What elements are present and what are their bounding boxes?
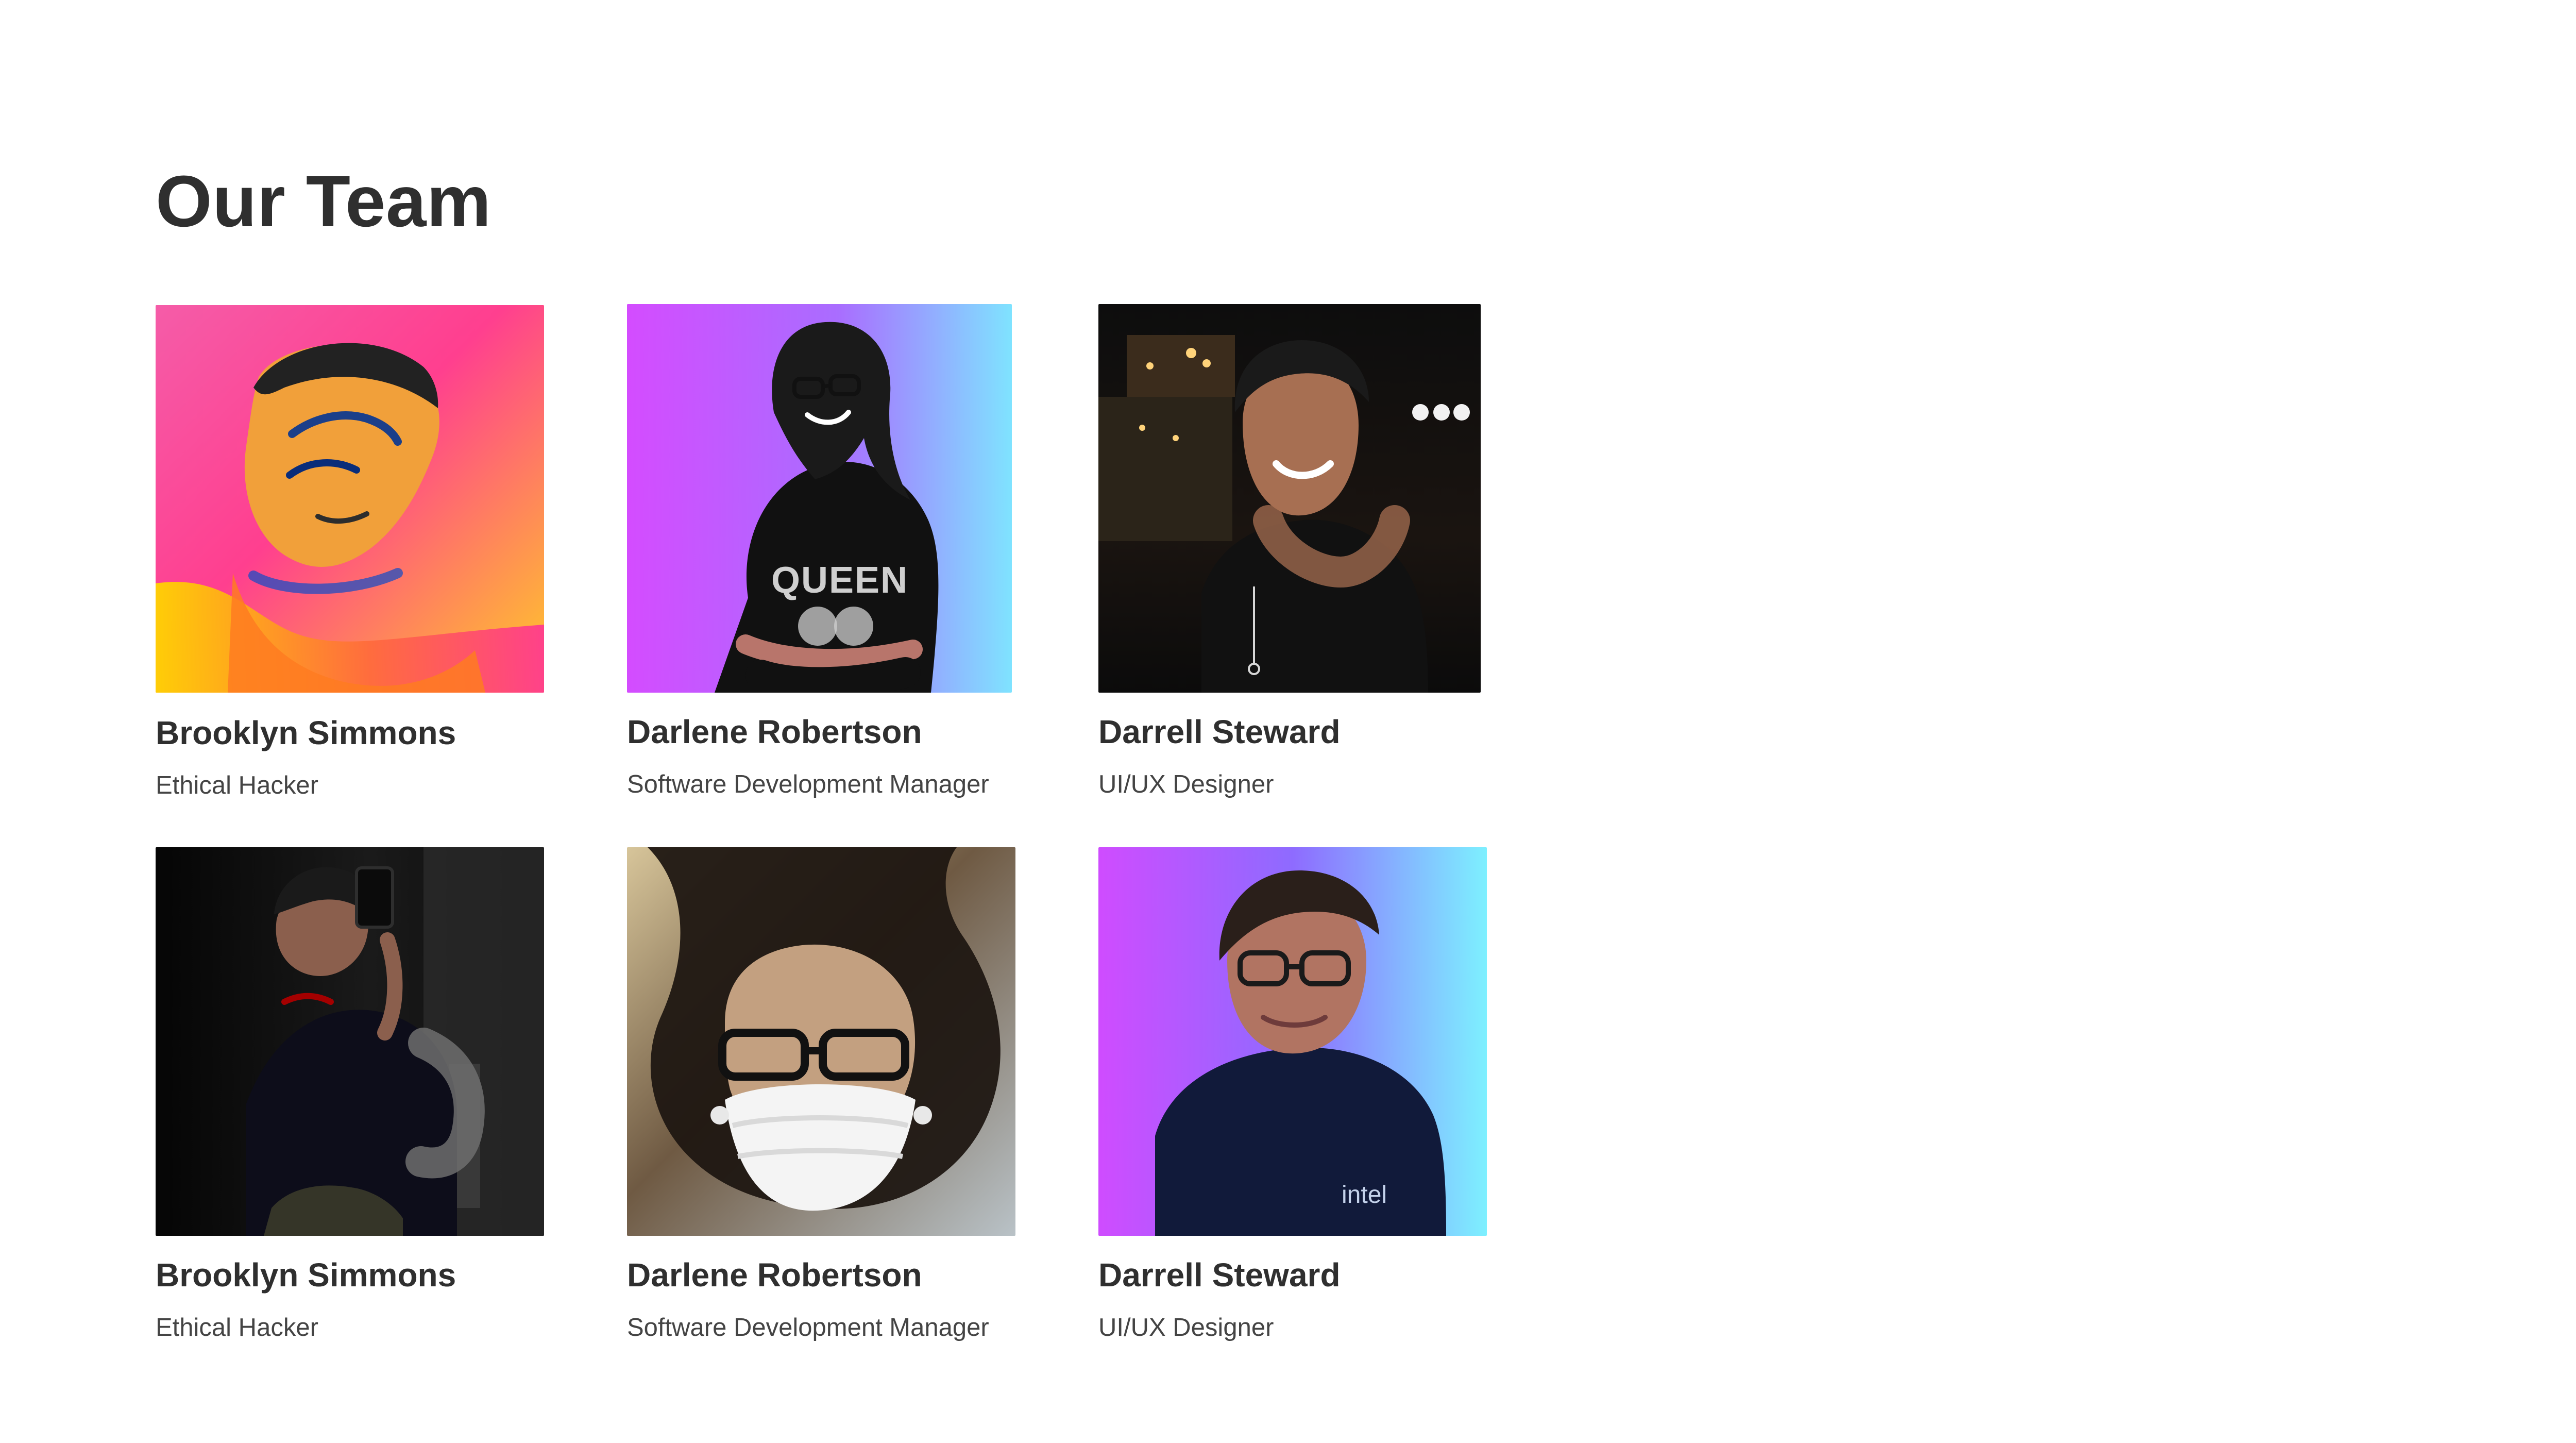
member-name: Brooklyn Simmons xyxy=(156,1256,456,1294)
member-photo xyxy=(156,305,544,693)
team-member-card: intel Darrell Steward UI/UX Designer xyxy=(1098,847,1490,1340)
member-photo xyxy=(627,847,1015,1236)
member-role: Software Development Manager xyxy=(627,1314,989,1341)
member-name: Darrell Steward xyxy=(1098,713,1341,750)
member-role: Software Development Manager xyxy=(627,770,989,798)
member-role: UI/UX Designer xyxy=(1098,1314,1274,1341)
team-member-card: Brooklyn Simmons Ethical Hacker xyxy=(156,847,547,1340)
svg-text:QUEEN: QUEEN xyxy=(771,560,908,601)
team-grid: Brooklyn Simmons Ethical Hacker QUEEN Da… xyxy=(156,304,1495,1377)
member-name: Darlene Robertson xyxy=(627,713,922,750)
member-role: UI/UX Designer xyxy=(1098,770,1274,798)
member-name: Brooklyn Simmons xyxy=(156,714,456,751)
member-role: Ethical Hacker xyxy=(156,1314,318,1341)
team-member-card: Darlene Robertson Software Development M… xyxy=(627,847,1019,1340)
member-name: Darlene Robertson xyxy=(627,1256,922,1294)
member-photo: intel xyxy=(1098,847,1487,1236)
team-page: Our Team Brooklyn Simmons Ethical Hacker… xyxy=(0,0,2576,1443)
team-member-card: Darrell Steward UI/UX Designer xyxy=(1098,304,1490,797)
member-photo xyxy=(156,847,544,1236)
team-member-card: QUEEN Darlene Robertson Software Develop… xyxy=(627,304,1019,797)
team-member-card: Brooklyn Simmons Ethical Hacker xyxy=(156,305,547,798)
member-photo: QUEEN xyxy=(627,304,1012,693)
member-role: Ethical Hacker xyxy=(156,771,318,799)
page-title: Our Team xyxy=(156,160,492,242)
svg-text:intel: intel xyxy=(1342,1181,1387,1209)
member-photo xyxy=(1098,304,1481,693)
member-name: Darrell Steward xyxy=(1098,1256,1341,1294)
